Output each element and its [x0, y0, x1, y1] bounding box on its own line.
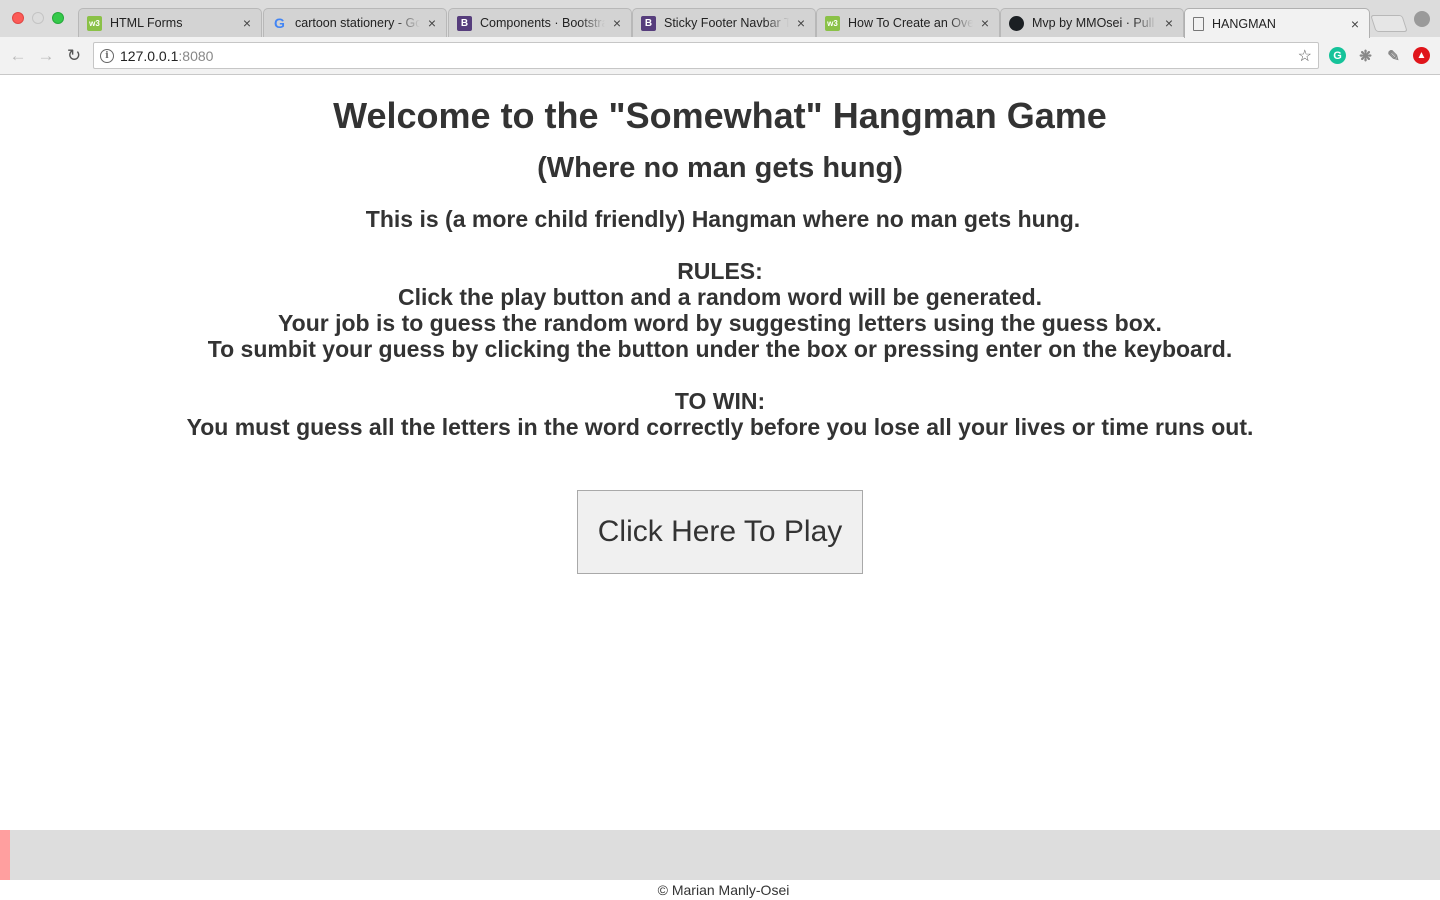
- w3schools-icon: w3: [87, 15, 102, 31]
- maximize-window-icon[interactable]: [52, 12, 64, 24]
- page-content: Welcome to the "Somewhat" Hangman Game (…: [0, 76, 1440, 900]
- page-subtitle: (Where no man gets hung): [537, 152, 903, 184]
- tab-title: HTML Forms: [110, 16, 183, 30]
- rule-line: To sumbit your guess by clicking the but…: [207, 336, 1233, 362]
- rule-line: Your job is to guess the random word by …: [278, 310, 1162, 336]
- profile-icon[interactable]: [1414, 11, 1430, 27]
- tab-title: Sticky Footer Navbar Template: [664, 16, 789, 30]
- document-icon: [1193, 16, 1204, 31]
- close-icon[interactable]: ×: [241, 16, 253, 30]
- address-bar[interactable]: i 127.0.0.1:8080 ☆: [93, 42, 1319, 69]
- tab-title: HANGMAN: [1212, 16, 1276, 31]
- tab-html-forms[interactable]: w3 HTML Forms ×: [78, 8, 262, 37]
- footer-bar: [0, 830, 1440, 880]
- close-icon[interactable]: ×: [1349, 17, 1361, 31]
- win-title: TO WIN:: [674, 388, 766, 414]
- github-icon: [1009, 15, 1024, 31]
- tab-hangman[interactable]: HANGMAN ×: [1184, 8, 1370, 38]
- tab-title: Mvp by MMOsei · Pull Request: [1032, 16, 1157, 30]
- new-tab-button[interactable]: [1370, 15, 1408, 32]
- bookmark-star-icon[interactable]: ☆: [1298, 46, 1312, 66]
- page-title: Welcome to the "Somewhat" Hangman Game: [333, 95, 1107, 136]
- bootstrap-icon: B: [641, 15, 656, 31]
- play-button[interactable]: Click Here To Play: [577, 490, 863, 574]
- tab-google-search[interactable]: G cartoon stationery - Google Search ×: [263, 8, 447, 37]
- win-text: You must guess all the letters in the wo…: [186, 414, 1254, 440]
- copyright-text: © Marian Manly-Osei: [657, 882, 790, 898]
- tab-bootstrap-components[interactable]: B Components · Bootstrap ×: [448, 8, 632, 37]
- tab-strip: w3 HTML Forms × G cartoon stationery - G…: [0, 0, 1440, 38]
- rule-line: Click the play button and a random word …: [397, 284, 1043, 310]
- browser-chrome: w3 HTML Forms × G cartoon stationery - G…: [0, 0, 1440, 75]
- tab-overlay[interactable]: w3 How To Create an Overlay ×: [816, 8, 1000, 37]
- tab-title: How To Create an Overlay: [848, 16, 973, 30]
- grammarly-icon[interactable]: G: [1329, 47, 1346, 64]
- bootstrap-icon: B: [457, 15, 472, 31]
- w3schools-icon: w3: [825, 15, 840, 31]
- google-icon: G: [274, 15, 285, 31]
- footer-accent: [0, 830, 10, 880]
- url-host: 127.0.0.1: [120, 47, 179, 64]
- eyedropper-icon[interactable]: ✎: [1385, 47, 1402, 65]
- bug-icon[interactable]: ❋: [1357, 47, 1374, 65]
- browser-toolbar: ← → ↻ i 127.0.0.1:8080 ☆ G ❋ ✎ ▲: [0, 37, 1440, 75]
- tab-title: Components · Bootstrap: [480, 16, 605, 30]
- close-icon[interactable]: ×: [1163, 16, 1175, 30]
- rules-section: RULES: Click the play button and a rando…: [0, 258, 1440, 440]
- forward-arrow-icon[interactable]: →: [35, 45, 57, 67]
- back-arrow-icon[interactable]: ←: [7, 45, 29, 67]
- reload-icon[interactable]: ↻: [63, 45, 85, 67]
- adblock-icon[interactable]: ▲: [1413, 47, 1430, 64]
- info-icon[interactable]: i: [100, 48, 114, 63]
- tab-sticky-footer[interactable]: B Sticky Footer Navbar Template ×: [632, 8, 816, 37]
- minimize-window-icon[interactable]: [32, 12, 44, 24]
- close-icon[interactable]: ×: [611, 16, 623, 30]
- url-port: :8080: [178, 47, 214, 64]
- tab-github-pr[interactable]: Mvp by MMOsei · Pull Request ×: [1000, 8, 1184, 37]
- close-icon[interactable]: ×: [979, 16, 991, 30]
- close-icon[interactable]: ×: [426, 16, 438, 30]
- tab-title: cartoon stationery - Google Search: [295, 16, 420, 30]
- rules-title: RULES:: [677, 258, 763, 284]
- close-window-icon[interactable]: [12, 12, 24, 24]
- close-icon[interactable]: ×: [795, 16, 807, 30]
- intro-text: This is (a more child friendly) Hangman …: [365, 206, 1081, 232]
